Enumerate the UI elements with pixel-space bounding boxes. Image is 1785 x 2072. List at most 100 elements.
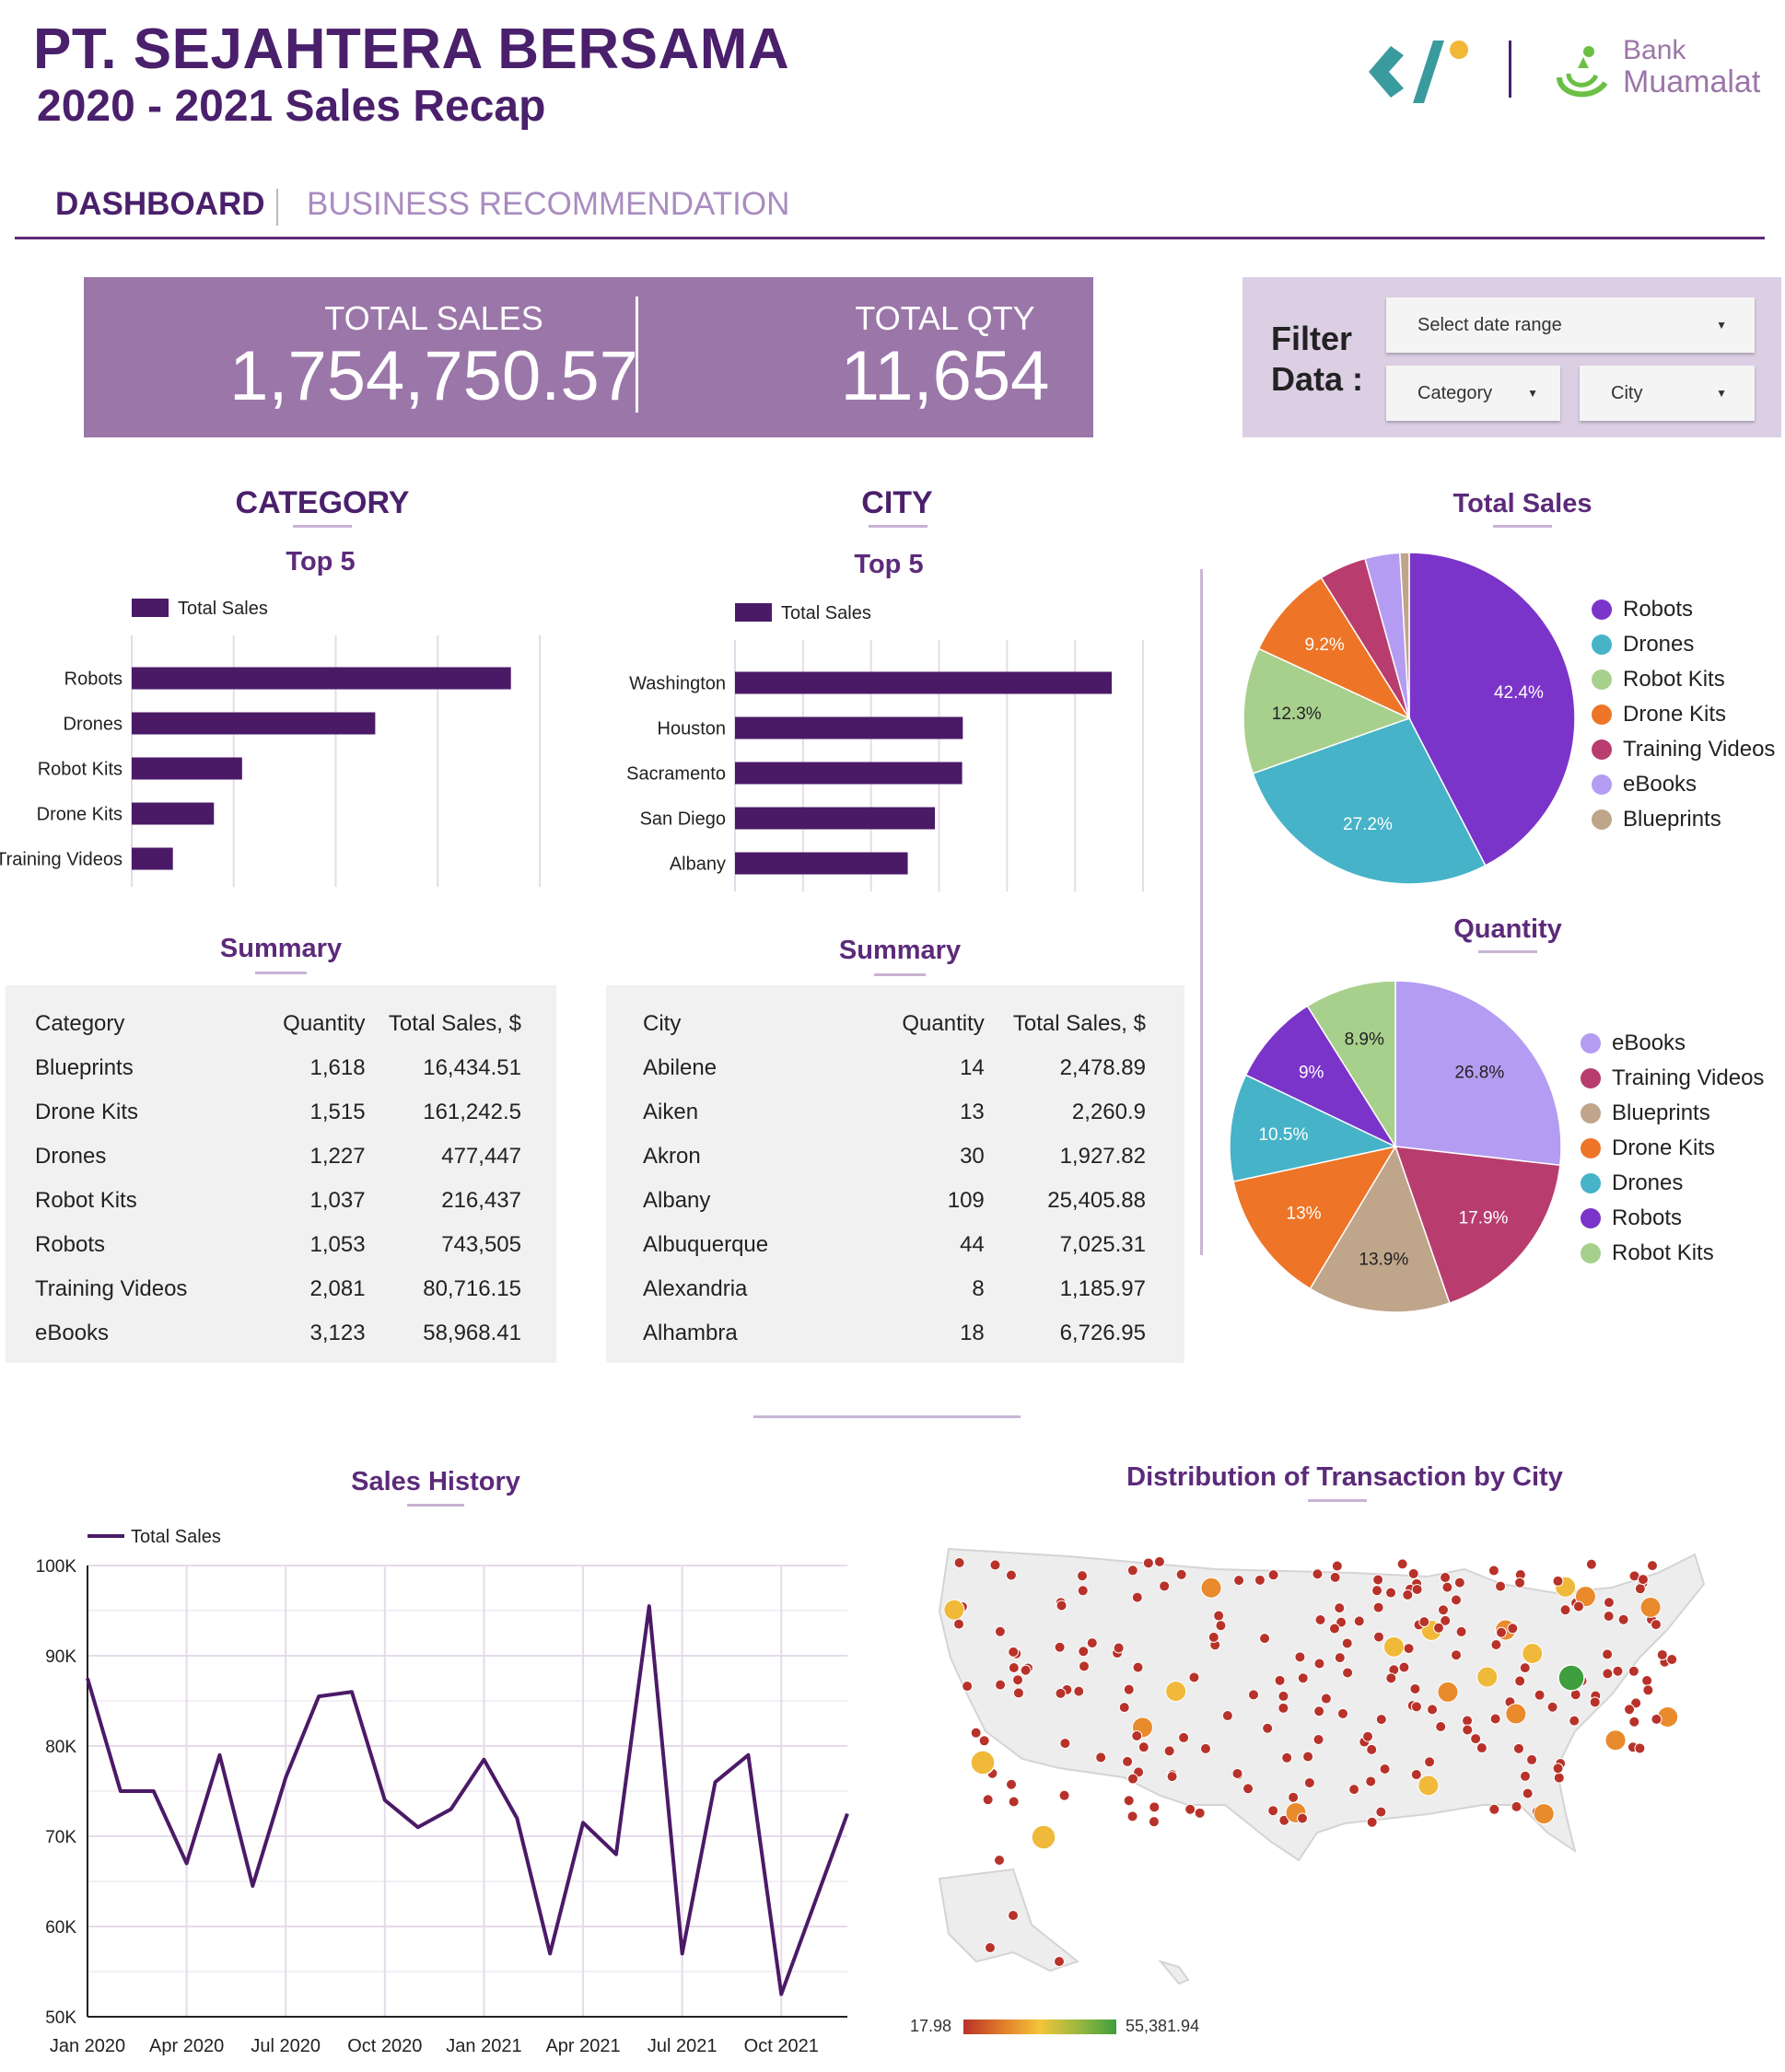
- category-section-title: CATEGORY: [235, 485, 410, 520]
- city-marker: [1642, 1684, 1654, 1696]
- us-transaction-map[interactable]: [912, 1529, 1722, 2008]
- city-marker: [1267, 1569, 1279, 1581]
- slice-label: 10.5%: [1258, 1125, 1308, 1145]
- kpi-separator: [636, 297, 638, 413]
- table-row: Akron 30 1,927.82: [643, 1135, 1146, 1179]
- kpi-panel: TOTAL SALES 1,754,750.57 TOTAL QTY 11,65…: [84, 277, 1093, 437]
- table-cell: 7,025.31: [1059, 1232, 1146, 1257]
- bar: [132, 712, 376, 735]
- legend-item: Robots: [1581, 1201, 1764, 1236]
- date-range-select[interactable]: Select date range ▼: [1386, 297, 1755, 353]
- map-title: Distribution of Transaction by City: [1126, 1462, 1563, 1492]
- city-marker: [1123, 1683, 1135, 1695]
- map-scale-min: 17.98: [910, 2017, 952, 2035]
- city-marker: [1242, 1783, 1254, 1795]
- table-header-row: City Quantity Total Sales, $: [643, 1002, 1146, 1046]
- table-cell: 1,037: [309, 1188, 366, 1213]
- filter-label-line1: Filter: [1271, 320, 1353, 357]
- slice-label: 8.9%: [1345, 1030, 1384, 1049]
- caret-down-icon: ▼: [1527, 387, 1538, 400]
- nav-divider: [276, 189, 278, 226]
- bank-name-line2: Muamalat: [1623, 64, 1761, 99]
- table-cell: 477,447: [441, 1144, 521, 1169]
- city-marker: [995, 1679, 1007, 1691]
- city-marker: [1373, 1631, 1385, 1643]
- table-cell: 1,185.97: [1059, 1276, 1146, 1301]
- city-marker: [1127, 1773, 1139, 1785]
- city-marker: [1470, 1733, 1482, 1745]
- city-marker: [1385, 1672, 1397, 1684]
- city-marker: [1262, 1722, 1274, 1734]
- tab-business-recommendation[interactable]: BUSINESS RECOMMENDATION: [307, 186, 789, 223]
- table-cell: Category: [35, 1011, 125, 1036]
- y-tick-label: 70K: [45, 1828, 76, 1847]
- city-marker: [1312, 1733, 1324, 1745]
- city-marker: [1194, 1807, 1206, 1819]
- category-label: Drone Kits: [37, 805, 122, 825]
- city-marker: [1512, 1742, 1524, 1754]
- city-marker: [1589, 1696, 1601, 1708]
- title-underline: [407, 1504, 464, 1507]
- city-marker: [1336, 1707, 1348, 1719]
- report-subtitle: 2020 - 2021 Sales Recap: [37, 82, 546, 131]
- bar: [735, 807, 936, 830]
- y-tick-label: 90K: [45, 1647, 76, 1667]
- city-marker: [1073, 1685, 1085, 1697]
- city-marker: [1012, 1687, 1024, 1699]
- legend-label: Robot Kits: [1612, 1240, 1714, 1265]
- city-marker: [1126, 1565, 1138, 1577]
- legend-item: Robot Kits: [1581, 1236, 1764, 1271]
- x-tick-label: Jan 2021: [446, 2036, 521, 2056]
- company-title: PT. SEJAHTERA BERSAMA: [33, 17, 790, 81]
- category-summary-table: Category Quantity Total Sales, $ Blueprints…: [6, 985, 556, 1363]
- title-underline: [1308, 1499, 1367, 1502]
- city-marker: [1313, 1658, 1325, 1670]
- city-marker: [1077, 1570, 1089, 1582]
- table-row: Robots 1,053 743,505: [35, 1223, 521, 1267]
- city-marker: [1558, 1664, 1585, 1692]
- city-marker: [1008, 1796, 1020, 1808]
- slice-label: 26.8%: [1454, 1063, 1504, 1082]
- city-marker: [1382, 1635, 1405, 1658]
- legend-dot-icon: [1592, 774, 1612, 795]
- city-marker: [1462, 1715, 1474, 1727]
- table-row: Drones 1,227 477,447: [35, 1135, 521, 1179]
- city-marker: [1526, 1753, 1538, 1765]
- bar: [735, 762, 962, 785]
- city-marker: [1375, 1714, 1387, 1726]
- city-marker: [953, 1618, 965, 1630]
- legend-label: Total Sales: [781, 603, 871, 623]
- city-select[interactable]: City ▼: [1580, 366, 1755, 421]
- category-select[interactable]: Category ▼: [1386, 366, 1560, 421]
- city-marker: [1604, 1729, 1627, 1752]
- table-cell: 2,081: [309, 1276, 366, 1301]
- date-range-placeholder: Select date range: [1418, 314, 1562, 335]
- x-tick-label: Apr 2021: [545, 2036, 620, 2056]
- legend-label: Drone Kits: [1623, 702, 1727, 727]
- x-tick-label: Oct 2021: [744, 2036, 819, 2056]
- city-marker: [994, 1855, 1005, 1866]
- sales-line: [86, 1604, 849, 1996]
- table-cell: Aiken: [643, 1100, 699, 1124]
- table-cell: 8: [972, 1276, 985, 1301]
- legend-dot-icon: [1592, 634, 1612, 655]
- city-marker: [1031, 1824, 1056, 1850]
- category-select-label: Category: [1418, 382, 1493, 403]
- slice-label: 13%: [1287, 1204, 1322, 1223]
- table-row: Drone Kits 1,515 161,242.5: [35, 1090, 521, 1135]
- city-marker: [1441, 1581, 1453, 1593]
- table-cell: 1,053: [309, 1232, 366, 1257]
- title-underline: [255, 972, 307, 974]
- city-marker: [1476, 1666, 1499, 1688]
- city-marker: [1489, 1713, 1501, 1725]
- category-label: Training Videos: [0, 850, 122, 870]
- table-row: eBooks 3,123 58,968.41: [35, 1311, 521, 1356]
- city-marker: [1149, 1801, 1161, 1813]
- table-row: Albany 109 25,405.88: [643, 1179, 1146, 1223]
- table-cell: 1,618: [309, 1055, 366, 1080]
- x-tick-label: Jan 2020: [50, 2036, 125, 2056]
- tab-dashboard[interactable]: DASHBOARD: [55, 186, 265, 223]
- city-marker: [1585, 1558, 1597, 1570]
- legend-label: Robots: [1623, 597, 1694, 622]
- city-marker: [1455, 1625, 1467, 1637]
